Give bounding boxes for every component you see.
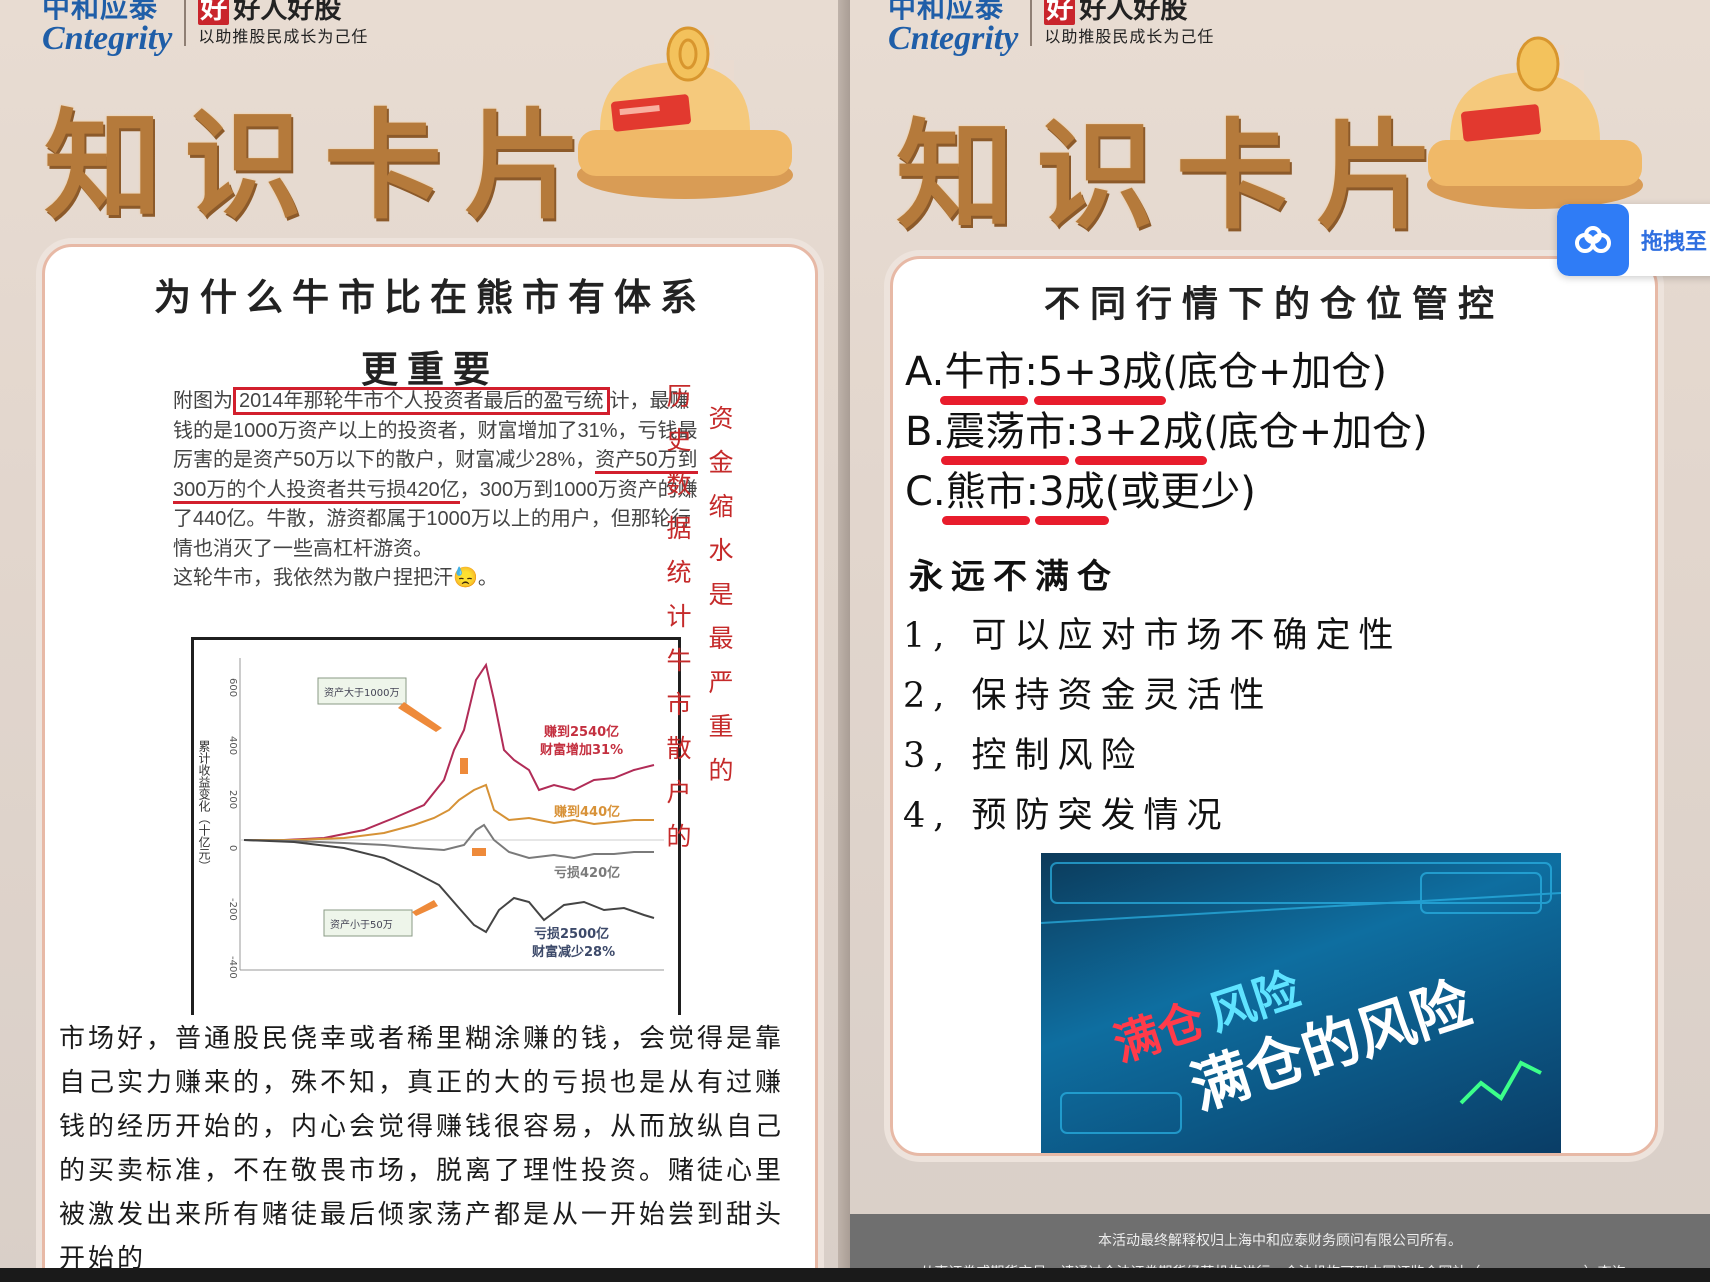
- company-logo: 中和应泰 Cntegrity 好好人好股 以助推股民成长为己任: [42, 0, 368, 57]
- company-logo-right: 中和应泰 Cntegrity 好好人好股 以助推股民成长为己任: [888, 0, 1214, 57]
- bottom-bar: [0, 1268, 1710, 1282]
- chart-drawing: 600 400 200 0 -200 -400 累计收益变化（十亿元） 资产大于…: [197, 658, 664, 979]
- cloud-drag-label: 拖拽至: [1641, 230, 1708, 255]
- article-paragraph: 市场好，普通股民侥幸或者稀里糊涂赚的钱，会觉得是靠自己实力赚来的，殊不知，真正的…: [59, 1024, 785, 1274]
- profit-loss-chart-image: 600 400 200 0 -200 -400 累计收益变化（十亿元） 资产大于…: [191, 637, 681, 1015]
- position-panel: 不同行情下的仓位管控 A.牛市:5+3成(底仓+加仓) B.震荡市:3+2成(底…: [890, 256, 1658, 1156]
- logo-mark: 中和应泰 Cntegrity: [42, 0, 173, 57]
- list-item-3: 3, 控制风险: [903, 736, 1144, 776]
- list-item-2: 2, 保持资金灵活性: [903, 676, 1273, 716]
- chart-label-loss-mid: 亏损420亿: [554, 865, 620, 881]
- list-item-4: 4, 预防突发情况: [903, 796, 1230, 836]
- option-b: B.震荡市:3+2成(底仓+加仓): [905, 399, 1428, 465]
- chart-box-top-label: 资产大于1000万: [324, 686, 399, 699]
- logo-divider-right: [1030, 0, 1033, 46]
- chart-box-bottom-label: 资产小于50万: [330, 918, 393, 931]
- ytick-400: 400: [227, 736, 238, 755]
- logo-en: Cntegrity: [42, 20, 173, 57]
- slogan-sub: 以助推股民成长为己任: [198, 27, 369, 46]
- screen: 中和应泰 Cntegrity 好好人好股 以助推股民成长为己任 知识卡片 为什么…: [0, 0, 1710, 1282]
- vertical-note-col2: 资金缩水是最严重的: [708, 404, 734, 785]
- chart-label-loss-bottom-1: 亏损2500亿: [534, 926, 609, 942]
- cloud-icon: [1557, 204, 1629, 276]
- chart-y-axis-label: 累计收益变化（十亿元）: [197, 740, 211, 872]
- position-title: 不同行情下的仓位管控: [1043, 283, 1504, 325]
- piggy-bank-icon-right: [1427, 36, 1643, 209]
- ytick-0: 0: [227, 845, 238, 851]
- card-big-title-right: 知识卡片: [896, 107, 1457, 245]
- list-item-1: 1, 可以应对市场不确定性: [903, 616, 1402, 656]
- ytick-200: 200: [227, 790, 238, 809]
- option-a-ratio: 5+3成: [1033, 339, 1167, 405]
- slogan: 好好人好股 以助推股民成长为己任: [198, 0, 368, 48]
- option-a: A.牛市:5+3成(底仓+加仓): [905, 339, 1387, 405]
- logo-divider: [184, 0, 187, 46]
- question-title-line2: 更重要: [361, 347, 499, 391]
- chart-label-earn-mid: 赚到440亿: [553, 804, 620, 820]
- clip-boxed-highlight: 2014年那轮牛市个人投资者最后的盈亏统: [233, 387, 610, 415]
- chart-label-loss-bottom-2: 财富减少28%: [532, 944, 615, 960]
- risk-photo: 满仓 风险 满仓的风险: [1041, 853, 1561, 1153]
- option-c: C.熊市:3成(或更少): [905, 459, 1256, 525]
- slogan-main: 好人好股: [233, 0, 342, 25]
- left-knowledge-card: 中和应泰 Cntegrity 好好人好股 以助推股民成长为己任 知识卡片 为什么…: [0, 0, 850, 1282]
- option-b-ratio: 3+2成: [1074, 399, 1208, 465]
- section-never-full: 永远不满仓: [909, 557, 1119, 597]
- vertical-note-col1: 历史数据统计牛市散户的: [666, 382, 692, 851]
- slogan-right: 好好人好股 以助推股民成长为己任: [1044, 0, 1214, 48]
- logo-mark-right: 中和应泰 Cntegrity: [888, 0, 1019, 57]
- footer-line1: 本活动最终解释权归上海中和应泰财务顾问有限公司所有。: [1098, 1232, 1462, 1248]
- article-panel: 为什么牛市比在熊市有体系 更重要 附图为 2014年那轮牛市个人投资者最后的盈亏统…: [42, 244, 818, 1282]
- option-b-market: 震荡市: [941, 399, 1070, 465]
- option-a-market: 牛市: [940, 339, 1029, 405]
- chart-label-earn-top-1: 赚到2540亿: [543, 724, 619, 740]
- ytick-neg200: -200: [227, 898, 238, 921]
- card-big-title: 知识卡片: [44, 97, 605, 235]
- option-c-market: 熊市: [941, 459, 1030, 525]
- question-title-line1: 为什么牛市比在熊市有体系: [154, 275, 706, 319]
- clip-text: 附图为 2014年那轮牛市个人投资者最后的盈亏统 计，最赚钱的是1000万资产以上的…: [173, 387, 703, 594]
- chart-label-earn-top-2: 财富增加31%: [540, 742, 623, 758]
- screenshot-clip: 附图为 2014年那轮牛市个人投资者最后的盈亏统 计，最赚钱的是1000万资产以上的…: [173, 387, 703, 594]
- cloud-drag-target-button[interactable]: 拖拽至: [1557, 204, 1710, 276]
- right-knowledge-card: 中和应泰 Cntegrity 好好人好股 以助推股民成长为己任 知识卡片 不同行…: [850, 0, 1710, 1282]
- ytick-neg400: -400: [227, 956, 238, 979]
- option-c-ratio: 3成: [1035, 459, 1110, 525]
- clip-underline-highlight-2: 亏损420亿: [366, 478, 460, 504]
- piggy-bank-icon: [577, 26, 793, 199]
- ytick-600: 600: [227, 678, 238, 697]
- slogan-hao-badge: 好: [198, 0, 230, 25]
